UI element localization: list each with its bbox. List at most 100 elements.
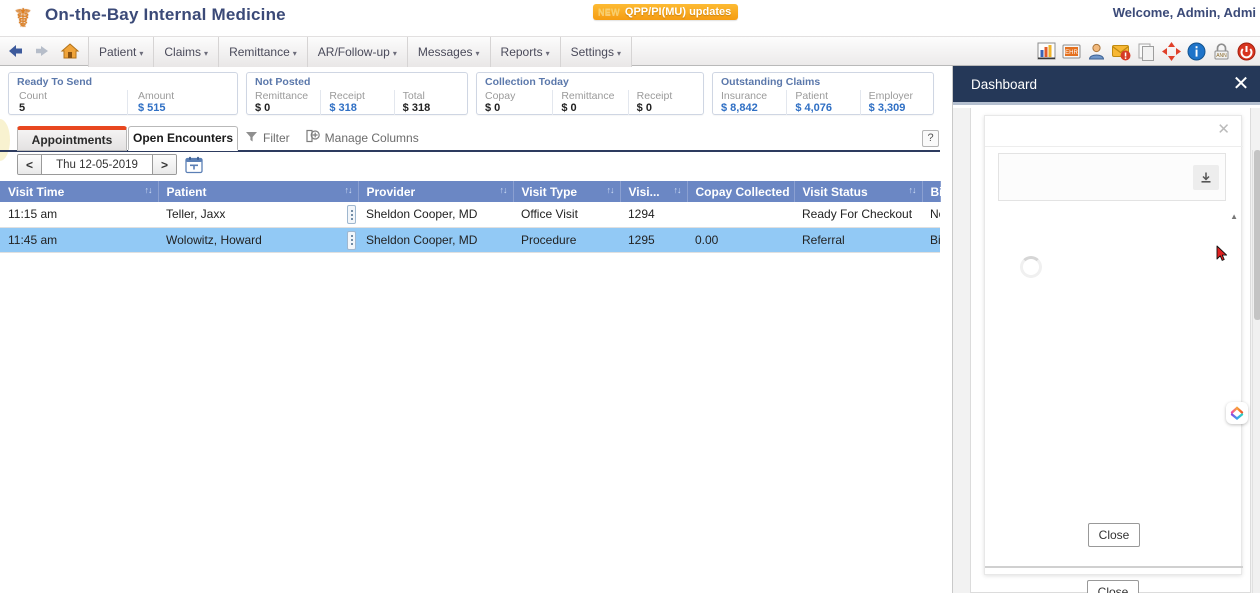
- column-header-label: Visit Status: [802, 184, 868, 199]
- metric-label: Count: [19, 90, 48, 102]
- cell-copay-collected: 0.00: [687, 227, 794, 253]
- menu-item-messages[interactable]: Messages ▾: [407, 37, 491, 67]
- card-metric: Count 5: [9, 90, 127, 115]
- dashboard-panel: Dashboard ✕ ✕ Close Close ▲: [952, 66, 1260, 593]
- date-stepper: < Thu 12-05-2019 >: [17, 154, 177, 175]
- menu-item-claims[interactable]: Claims ▾: [154, 37, 220, 67]
- filter-icon: [245, 130, 258, 146]
- calendar-icon[interactable]: [185, 156, 203, 174]
- column-header-visit-status[interactable]: Visit Status ↑↓: [794, 181, 923, 202]
- help-button[interactable]: ?: [922, 130, 939, 147]
- menu-item-label: Claims: [164, 45, 202, 59]
- metric-label: Remittance: [255, 90, 309, 102]
- home-icon[interactable]: [60, 41, 80, 61]
- sort-icon[interactable]: ↑↓: [909, 185, 917, 195]
- metric-value[interactable]: $ 318: [329, 102, 385, 115]
- card-title: Outstanding Claims: [721, 76, 821, 88]
- column-header-label: Visit Type: [521, 184, 578, 199]
- dashboard-overlay: ✕ Close Close ▲: [970, 108, 1251, 593]
- cell-patient-label: Wolowitz, Howard: [166, 232, 262, 247]
- menu-item-label: Patient: [99, 45, 137, 59]
- metric-value: $ 0: [255, 102, 271, 114]
- tab-appointments[interactable]: Appointments: [17, 126, 127, 151]
- card-metric: Remittance $ 0: [552, 90, 627, 115]
- news-banner[interactable]: NEW QPP/PI(MU) updates: [593, 4, 739, 20]
- sort-icon[interactable]: ↑↓: [345, 185, 353, 195]
- user-icon[interactable]: [1086, 41, 1107, 62]
- card-metric: Receipt $ 318: [320, 90, 393, 115]
- close-icon[interactable]: ✕: [1217, 122, 1230, 137]
- metric-label: Patient: [795, 90, 829, 102]
- column-header-visit-number[interactable]: Visi... ↑↓: [620, 181, 688, 202]
- metric-value[interactable]: $ 515: [138, 102, 174, 115]
- menu-item-patient[interactable]: Patient ▾: [88, 37, 155, 67]
- card-metric: Total $ 318: [393, 90, 467, 115]
- row-actions-menu-icon[interactable]: [347, 230, 356, 250]
- metric-value[interactable]: $ 3,309: [869, 102, 925, 115]
- welcome-label: Welcome, Admin, Admi: [1112, 5, 1256, 20]
- tab-label: Appointments: [31, 133, 113, 147]
- table-header-row: Visit Time ↑↓ Patient ↑↓ Provider ↑↓ Vis…: [0, 181, 946, 202]
- column-header-billing[interactable]: Bil: [922, 181, 946, 202]
- metric-label: Copay: [485, 90, 516, 102]
- metric-value[interactable]: $ 4,076: [795, 102, 851, 115]
- cell-visit-status: Referral: [794, 227, 922, 253]
- menu-item-label: AR/Follow-up: [317, 45, 390, 59]
- menu-item-reports[interactable]: Reports ▾: [490, 37, 561, 67]
- card-outstanding-claims: Outstanding Claims Insurance $ 8,842 Pat…: [712, 72, 934, 115]
- close-button[interactable]: Close: [1088, 523, 1140, 547]
- page-title: On-the-Bay Internal Medicine: [45, 5, 286, 24]
- ehr-icon[interactable]: EHR: [1061, 41, 1082, 62]
- table-row[interactable]: 11:15 am Teller, Jaxx Sheldon Cooper, MD…: [0, 202, 940, 228]
- message-alert-icon[interactable]: [1111, 41, 1132, 62]
- close-icon[interactable]: ✕: [1229, 72, 1253, 96]
- menu-item-label: Remittance: [229, 45, 290, 59]
- copy-folder-icon[interactable]: [1136, 41, 1157, 62]
- card-metric: Copay $ 0: [477, 90, 552, 115]
- previous-day-button[interactable]: <: [18, 155, 42, 174]
- dashboard-modal: ✕ Close: [984, 115, 1243, 575]
- sort-icon[interactable]: ↑↓: [145, 185, 153, 195]
- metric-value[interactable]: $ 8,842: [721, 102, 778, 115]
- scroll-up-arrow-icon[interactable]: ▲: [1230, 212, 1238, 221]
- menu-item-label: Settings: [570, 45, 614, 59]
- column-header-visit-time[interactable]: Visit Time ↑↓: [0, 181, 159, 202]
- back-arrow-icon[interactable]: [6, 41, 24, 61]
- next-day-button[interactable]: >: [152, 155, 176, 174]
- power-icon[interactable]: [1236, 41, 1257, 62]
- column-header-copay-collected[interactable]: Copay Collected: [687, 181, 795, 202]
- cell-visit-status: Ready For Checkout: [794, 202, 922, 228]
- column-header-visit-type[interactable]: Visit Type ↑↓: [513, 181, 621, 202]
- bar-chart-icon[interactable]: [1036, 41, 1057, 62]
- background-close-button[interactable]: Close: [1087, 580, 1139, 593]
- dashboard-scroll-thumb[interactable]: [1254, 150, 1260, 320]
- sort-icon[interactable]: ↑↓: [607, 185, 615, 195]
- sort-icon[interactable]: ↑↓: [674, 185, 682, 195]
- brand-bubble-icon[interactable]: [1226, 402, 1248, 424]
- lock-icon[interactable]: ANN: [1211, 41, 1232, 62]
- upload-field[interactable]: [998, 153, 1226, 201]
- row-actions-menu-icon[interactable]: [347, 205, 356, 224]
- forward-arrow-icon[interactable]: [33, 41, 51, 61]
- card-metric: Remittance $ 0: [247, 90, 320, 115]
- menu-item-ar-followup[interactable]: AR/Follow-up ▾: [307, 37, 408, 67]
- sort-icon[interactable]: ↑↓: [500, 185, 508, 195]
- date-value[interactable]: Thu 12-05-2019: [42, 155, 152, 174]
- manage-columns-button[interactable]: Manage Columns: [306, 129, 419, 146]
- info-icon[interactable]: [1186, 41, 1207, 62]
- brand-bar: ☤ On-the-Bay Internal Medicine NEW QPP/P…: [0, 0, 1260, 36]
- column-header-patient[interactable]: Patient ↑↓: [158, 181, 359, 202]
- column-header-provider[interactable]: Provider ↑↓: [358, 181, 514, 202]
- card-collection-today: Collection Today Copay $ 0 Remittance $ …: [476, 72, 704, 115]
- menu-item-settings[interactable]: Settings ▾: [560, 37, 632, 67]
- table-row[interactable]: 11:45 am Wolowitz, Howard Sheldon Cooper…: [0, 227, 940, 253]
- cell-patient-label: Teller, Jaxx: [166, 207, 226, 222]
- filter-button[interactable]: Filter: [245, 130, 290, 146]
- menu-item-remittance[interactable]: Remittance ▾: [219, 37, 308, 67]
- loading-spinner-icon: [1020, 256, 1042, 278]
- expand-arrows-icon[interactable]: [1161, 41, 1182, 62]
- dashboard-header: Dashboard ✕: [953, 66, 1260, 105]
- dashboard-scrollbar[interactable]: [1252, 150, 1260, 593]
- tab-open-encounters[interactable]: Open Encounters: [128, 126, 238, 151]
- download-upload-icon[interactable]: [1193, 165, 1219, 190]
